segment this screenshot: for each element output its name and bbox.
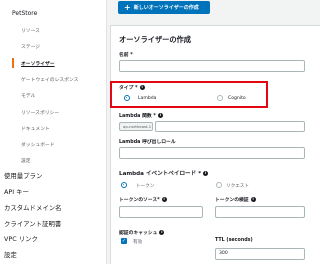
- sidebar-item-resources[interactable]: リソース: [21, 27, 40, 34]
- lambda-invoke-role-label: Lambda 呼び出しロール: [119, 140, 176, 145]
- page-title: オーソライザーの作成: [119, 35, 191, 44]
- cache-label-text: 認証のキャッシュ: [119, 231, 158, 236]
- sidebar-item-vpc-links[interactable]: VPC リンク: [4, 234, 38, 243]
- api-name[interactable]: PetStore: [12, 10, 37, 17]
- payload-request-radio[interactable]: [216, 182, 222, 188]
- type-cognito-radio[interactable]: [217, 95, 223, 101]
- sidebar-item-gateway-responses[interactable]: ゲートウェイのレスポンス: [21, 76, 78, 83]
- active-indicator: [12, 58, 14, 68]
- info-icon[interactable]: i: [161, 197, 167, 202]
- sidebar-item-authorizers[interactable]: オーソライザー: [21, 60, 55, 67]
- type-cognito-label: Cognito: [228, 96, 246, 101]
- sidebar-item-client-certificates[interactable]: クライアント証明書: [4, 219, 61, 228]
- create-authorizer-label: 新しいオーソライザーの作成: [133, 5, 199, 11]
- token-validation-label: トークンの検証 i: [215, 196, 256, 203]
- payload-token-radio[interactable]: [121, 182, 127, 188]
- sidebar-item-documentation[interactable]: ドキュメント: [21, 125, 50, 132]
- info-icon[interactable]: i: [157, 113, 163, 118]
- type-label: タイプ * i: [119, 84, 145, 91]
- plus-icon: +: [124, 2, 131, 12]
- checkmark-icon: ✓: [121, 238, 127, 244]
- sidebar-item-settings[interactable]: 設定: [4, 250, 17, 259]
- sidebar: PetStore リソース ステージ オーソライザー ゲートウェイのレスポンス …: [0, 0, 106, 264]
- sidebar-item-usage-plans[interactable]: 使用量プラン: [4, 171, 42, 180]
- lambda-function-label-text: Lambda 関数 *: [119, 114, 156, 119]
- lambda-function-label: Lambda 関数 * i: [119, 112, 163, 119]
- event-payload-label-text: Lambda イベントペイロード *: [119, 171, 202, 177]
- name-input[interactable]: [119, 60, 305, 72]
- token-validation-input[interactable]: [215, 206, 305, 218]
- lambda-invoke-role-input[interactable]: [119, 147, 305, 159]
- cache-enabled-label: 有効: [133, 240, 143, 245]
- info-icon[interactable]: i: [203, 171, 209, 176]
- region-select[interactable]: ap-northeast-1 ▾: [119, 122, 157, 131]
- ttl-input[interactable]: 300: [215, 248, 305, 260]
- type-lambda-label: Lambda: [138, 96, 157, 101]
- info-icon[interactable]: i: [139, 85, 145, 90]
- sidebar-item-custom-domains[interactable]: カスタムドメイン名: [4, 203, 62, 212]
- region-value: ap-northeast-1: [123, 124, 152, 129]
- cache-enabled-checkbox[interactable]: ✓: [121, 238, 127, 244]
- create-authorizer-button[interactable]: + 新しいオーソライザーの作成: [118, 1, 210, 14]
- cache-label: 認証のキャッシュ i: [119, 229, 165, 236]
- info-icon[interactable]: i: [159, 230, 165, 235]
- event-payload-label: Lambda イベントペイロード * i: [119, 169, 209, 177]
- type-label-text: タイプ *: [119, 86, 138, 91]
- payload-request-label: リクエスト: [226, 184, 249, 189]
- sidebar-item-api-settings[interactable]: 設定: [21, 157, 31, 164]
- sidebar-item-api-keys[interactable]: API キー: [4, 187, 29, 196]
- sidebar-divider: [106, 0, 107, 264]
- sidebar-item-dashboard[interactable]: ダッシュボード: [21, 141, 55, 148]
- sidebar-item-stages[interactable]: ステージ: [21, 43, 40, 50]
- token-source-input[interactable]: [119, 206, 203, 218]
- type-lambda-radio[interactable]: [124, 95, 130, 101]
- token-source-label: トークンのソース* i: [119, 196, 167, 203]
- lambda-function-input[interactable]: [155, 121, 305, 132]
- payload-token-label: トークン: [136, 184, 155, 189]
- sidebar-item-resource-policy[interactable]: リソースポリシー: [21, 109, 59, 116]
- token-source-label-text: トークンのソース*: [119, 198, 160, 203]
- create-authorizer-panel: オーソライザーの作成 名前 * タイプ * i Lambda Cognito La…: [110, 25, 320, 264]
- sidebar-item-models[interactable]: モデル: [21, 92, 35, 99]
- ttl-label: TTL (seconds): [215, 238, 253, 243]
- name-label: 名前 *: [119, 53, 133, 58]
- info-icon[interactable]: i: [250, 197, 256, 202]
- token-validation-label-text: トークンの検証: [215, 198, 249, 203]
